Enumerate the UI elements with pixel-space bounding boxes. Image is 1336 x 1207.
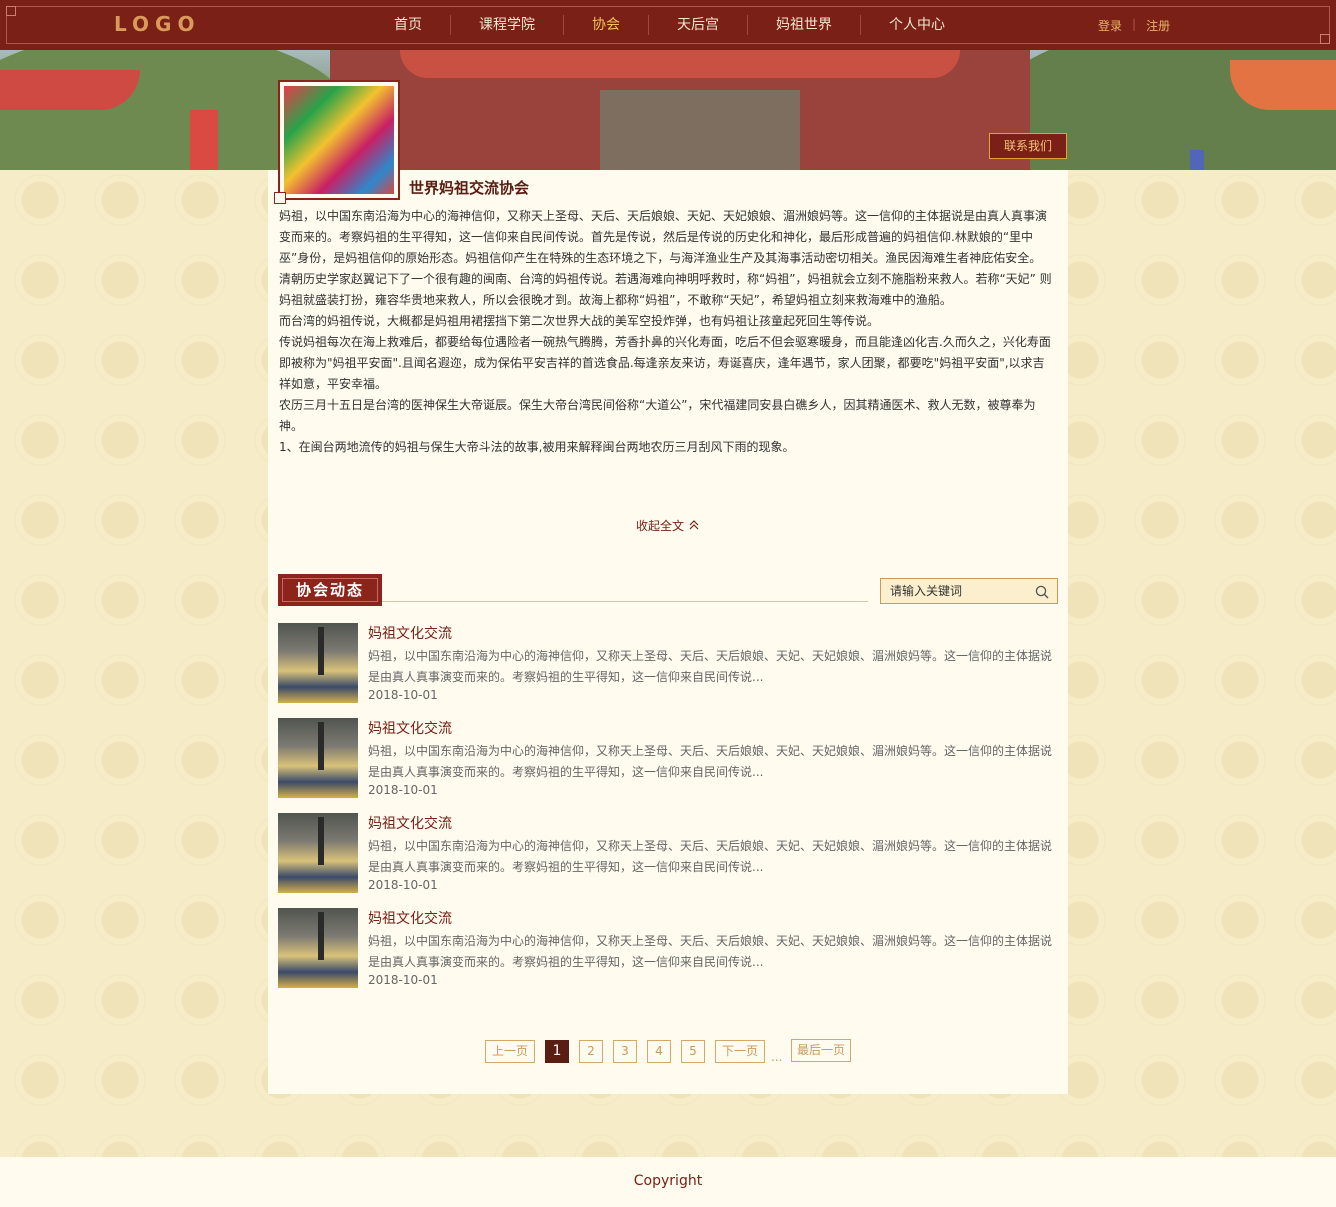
news-date: 2018-10-01	[368, 783, 438, 797]
intro-paragraph: 1、在闽台两地流传的妈祖与保生大帝斗法的故事,被用来解释闽台两地农历三月刮风下雨…	[279, 440, 795, 454]
news-date: 2018-10-01	[368, 878, 438, 892]
auth-links: 登录 | 注册	[1098, 17, 1170, 34]
news-item[interactable]: 妈祖文化交流 妈祖，以中国东南沿海为中心的海神信仰，又称天上圣母、天后、天后娘娘…	[278, 813, 1058, 893]
last-page-button[interactable]: 最后一页	[791, 1039, 851, 1062]
news-title[interactable]: 妈祖文化交流	[368, 718, 452, 738]
news-item[interactable]: 妈祖文化交流 妈祖，以中国东南沿海为中心的海神信仰，又称天上圣母、天后、天后娘娘…	[278, 718, 1058, 798]
news-date: 2018-10-01	[368, 973, 438, 987]
news-title[interactable]: 妈祖文化交流	[368, 623, 452, 643]
auth-divider: |	[1132, 17, 1137, 31]
news-search-box	[880, 578, 1058, 604]
news-item[interactable]: 妈祖文化交流 妈祖，以中国东南沿海为中心的海神信仰，又称天上圣母、天后、天后娘娘…	[278, 623, 1058, 703]
contact-us-button[interactable]: 联系我们	[989, 133, 1067, 159]
top-navbar: LOGO 首页 课程学院 协会 天后宫 妈祖世界 个人中心 登录 | 注册	[0, 0, 1336, 50]
news-thumbnail[interactable]	[278, 623, 358, 703]
page-button-2[interactable]: 2	[579, 1040, 603, 1063]
copyright-text: Copyright	[633, 1173, 703, 1189]
collapse-label: 收起全文	[636, 519, 685, 533]
page-button-5[interactable]: 5	[681, 1040, 705, 1063]
chevron-up-icon	[688, 519, 700, 533]
page-ellipsis: ...	[771, 1050, 783, 1064]
search-input[interactable]	[881, 579, 1021, 603]
page-button-1[interactable]: 1	[545, 1040, 569, 1063]
news-item[interactable]: 妈祖文化交流 妈祖，以中国东南沿海为中心的海神信仰，又称天上圣母、天后、天后娘娘…	[278, 908, 1058, 988]
nav-item-association[interactable]: 协会	[564, 15, 649, 35]
intro-paragraph: 而台湾的妈祖传说，大概都是妈祖用裙摆挡下第二次世界大战的美军空投炸弹，也有妈祖让…	[279, 314, 880, 328]
news-summary: 妈祖，以中国东南沿海为中心的海神信仰，又称天上圣母、天后、天后娘娘、天妃、天妃娘…	[368, 744, 1053, 779]
nav-item-home[interactable]: 首页	[366, 15, 451, 35]
prev-page-button[interactable]: 上一页	[485, 1040, 535, 1063]
page-button-3[interactable]: 3	[613, 1040, 637, 1063]
news-title[interactable]: 妈祖文化交流	[368, 813, 452, 833]
intro-paragraph: 传说妈祖每次在海上救难后，都要给每位遇险者一碗热气腾腾，芳香扑鼻的兴化寿面，吃后…	[279, 335, 1051, 391]
page-button-4[interactable]: 4	[647, 1040, 671, 1063]
main-nav: 首页 课程学院 协会 天后宫 妈祖世界 个人中心	[366, 0, 973, 50]
intro-paragraph: 农历三月十五日是台湾的医神保生大帝诞辰。保生大帝台湾民间俗称“大道公”，宋代福建…	[279, 398, 1036, 433]
logo[interactable]: LOGO	[114, 12, 200, 36]
news-thumbnail[interactable]	[278, 813, 358, 893]
register-link[interactable]: 注册	[1146, 17, 1170, 34]
nav-item-courses[interactable]: 课程学院	[451, 15, 564, 35]
news-summary: 妈祖，以中国东南沿海为中心的海神信仰，又称天上圣母、天后、天后娘娘、天妃、天妃娘…	[368, 649, 1053, 684]
nav-item-mazu-world[interactable]: 妈祖世界	[748, 15, 861, 35]
association-photo	[274, 80, 400, 204]
news-thumbnail[interactable]	[278, 908, 358, 988]
news-title[interactable]: 妈祖文化交流	[368, 908, 452, 928]
collapse-article-link[interactable]: 收起全文	[636, 517, 700, 534]
news-section-title: 协会动态	[278, 574, 382, 606]
nav-item-tianhou-temple[interactable]: 天后宫	[649, 15, 748, 35]
footer: Copyright	[0, 1157, 1336, 1207]
temple-banner: 联系我们	[0, 50, 1336, 170]
news-thumbnail[interactable]	[278, 718, 358, 798]
search-icon[interactable]	[1035, 584, 1049, 599]
next-page-button[interactable]: 下一页	[715, 1040, 765, 1063]
association-intro: 妈祖，以中国东南沿海为中心的海神信仰，又称天上圣母、天后、天后娘娘、天妃、天妃娘…	[279, 206, 1052, 458]
association-title: 世界妈祖交流协会	[409, 179, 530, 197]
login-link[interactable]: 登录	[1098, 17, 1122, 34]
news-summary: 妈祖，以中国东南沿海为中心的海神信仰，又称天上圣母、天后、天后娘娘、天妃、天妃娘…	[368, 934, 1053, 969]
news-summary: 妈祖，以中国东南沿海为中心的海神信仰，又称天上圣母、天后、天后娘娘、天妃、天妃娘…	[368, 839, 1053, 874]
news-date: 2018-10-01	[368, 688, 438, 702]
intro-paragraph: 清朝历史学家赵翼记下了一个很有趣的闽南、台湾的妈祖传说。若遇海难向神明呼救时，称…	[279, 272, 1052, 307]
nav-item-personal-center[interactable]: 个人中心	[861, 15, 973, 35]
section-divider	[382, 601, 868, 602]
intro-paragraph: 妈祖，以中国东南沿海为中心的海神信仰，又称天上圣母、天后、天后娘娘、天妃、天妃娘…	[279, 209, 1048, 265]
